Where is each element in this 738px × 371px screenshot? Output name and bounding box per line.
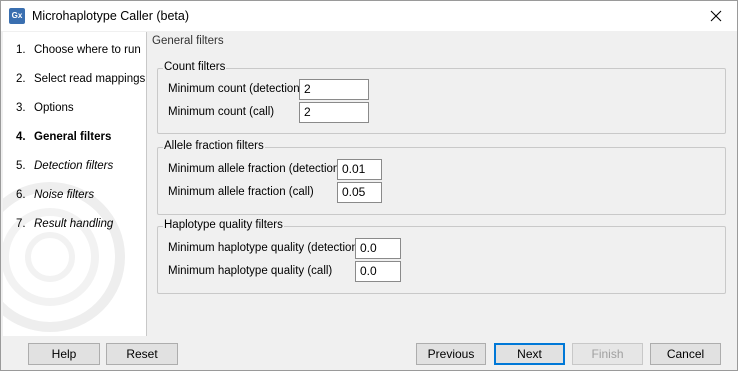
window-title: Microhaplotype Caller (beta): [32, 9, 190, 23]
min-count-call-field[interactable]: 2: [299, 102, 369, 123]
haplotype-quality-filters-legend: Haplotype quality filters: [163, 219, 284, 231]
allele-fraction-filters-group: Allele fraction filters Minimum allele f…: [157, 140, 726, 215]
help-button[interactable]: Help: [28, 343, 100, 365]
title-bar: Gx Microhaplotype Caller (beta): [1, 1, 737, 31]
next-button[interactable]: Next: [494, 343, 565, 365]
close-icon: [710, 10, 722, 22]
min-count-call-label: Minimum count (call): [168, 106, 275, 118]
haplotype-quality-filters-group: Haplotype quality filters Minimum haplot…: [157, 219, 726, 294]
min-allele-fraction-call-label: Minimum allele fraction (call): [168, 186, 314, 198]
min-count-detection-label: Minimum count (detection): [168, 83, 304, 95]
min-haplotype-quality-detection-field[interactable]: 0.0: [355, 238, 401, 259]
step-general-filters: 4. General filters: [16, 131, 112, 143]
step-choose-where-to-run: 1. Choose where to run: [16, 44, 141, 56]
count-filters-legend: Count filters: [163, 61, 227, 73]
min-haplotype-quality-call-label: Minimum haplotype quality (call): [168, 265, 333, 277]
min-allele-fraction-detection-label: Minimum allele fraction (detection): [168, 163, 344, 175]
min-haplotype-quality-call-field[interactable]: 0.0: [355, 261, 401, 282]
reset-button[interactable]: Reset: [106, 343, 178, 365]
min-haplotype-quality-detection-label: Minimum haplotype quality (detection): [168, 242, 362, 254]
dialog-window: Gx Microhaplotype Caller (beta) 1. Choose…: [0, 0, 738, 371]
min-allele-fraction-call-field[interactable]: 0.05: [337, 182, 382, 203]
step-options: 3. Options: [16, 102, 74, 114]
step-select-read-mappings: 2. Select read mappings: [16, 73, 146, 85]
step-result-handling: 7. Result handling: [16, 218, 114, 230]
step-detection-filters: 5. Detection filters: [16, 160, 114, 172]
app-icon: Gx: [9, 8, 25, 24]
min-allele-fraction-detection-field[interactable]: 0.01: [337, 159, 382, 180]
wizard-steps-panel: 1. Choose where to run 2. Select read mapp…: [3, 32, 147, 336]
previous-button[interactable]: Previous: [416, 343, 486, 365]
cancel-button[interactable]: Cancel: [650, 343, 721, 365]
close-button[interactable]: [695, 1, 737, 31]
min-count-detection-field[interactable]: 2: [299, 79, 369, 100]
allele-fraction-filters-legend: Allele fraction filters: [163, 140, 265, 152]
page-title: General filters: [152, 35, 224, 47]
step-noise-filters: 6. Noise filters: [16, 189, 95, 201]
finish-button: Finish: [572, 343, 643, 365]
count-filters-group: Count filters Minimum count (detection) …: [157, 61, 726, 134]
content-panel: General filters Count filters Minimum co…: [148, 32, 736, 336]
